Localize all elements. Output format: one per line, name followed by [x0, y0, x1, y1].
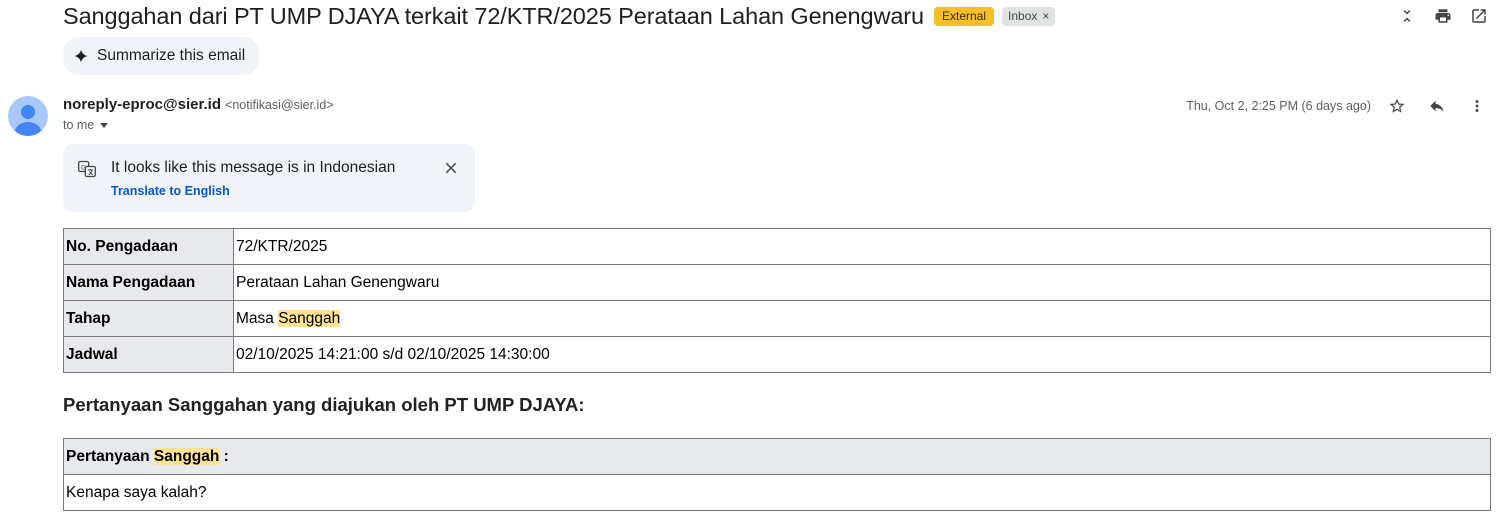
collapse-icon[interactable]: [1395, 4, 1419, 28]
chevron-down-icon[interactable]: [100, 122, 109, 128]
question-answer: Kenapa saya kalah?: [63, 474, 1491, 511]
table-row: Tahap Masa Sanggah: [63, 300, 1491, 337]
recipient-line: to me: [63, 118, 109, 132]
search-highlight: Sanggah: [278, 309, 341, 327]
search-highlight: Sanggah: [153, 447, 220, 465]
subject-row: Sanggahan dari PT UMP DJAYA terkait 72/K…: [63, 0, 1056, 32]
inbox-label[interactable]: Inbox ×: [1002, 6, 1056, 26]
body-heading: Pertanyaan Sanggahan yang diajukan oleh …: [63, 394, 585, 415]
question-table: Pertanyaan Sanggah : Kenapa saya kalah?: [63, 438, 1491, 511]
inbox-label-text: Inbox: [1008, 9, 1038, 23]
print-icon[interactable]: [1431, 4, 1455, 28]
header-suffix: :: [219, 447, 229, 465]
sender-line: noreply-eproc@sier.id <notifikasi@sier.i…: [63, 96, 334, 113]
translate-banner: G It looks like this message is in Indon…: [63, 144, 475, 212]
table-key: No. Pengadaan: [63, 228, 234, 265]
table-value: 72/KTR/2025: [233, 228, 1491, 265]
reply-icon[interactable]: [1425, 94, 1449, 118]
table-row: Kenapa saya kalah?: [63, 474, 1491, 511]
table-value: Perataan Lahan Genengwaru: [233, 264, 1491, 301]
table-row: Pertanyaan Sanggah :: [63, 438, 1491, 475]
sender-email: <notifikasi@sier.id>: [225, 98, 334, 112]
table-row: Jadwal 02/10/2025 14:21:00 s/d 02/10/202…: [63, 336, 1491, 373]
external-label: External: [934, 6, 995, 26]
sparkle-icon: [74, 49, 88, 63]
close-icon[interactable]: [441, 158, 461, 178]
recipient-text: to me: [63, 118, 95, 132]
table-value: 02/10/2025 14:21:00 s/d 02/10/2025 14:30…: [233, 336, 1491, 373]
star-icon[interactable]: [1385, 94, 1409, 118]
summarize-button[interactable]: Summarize this email: [63, 37, 260, 75]
message-meta: Thu, Oct 2, 2:25 PM (6 days ago): [1186, 94, 1489, 118]
translate-link[interactable]: Translate to English: [111, 184, 230, 198]
table-value: Masa Sanggah: [233, 300, 1491, 337]
table-row: No. Pengadaan 72/KTR/2025: [63, 228, 1491, 265]
open-in-new-icon[interactable]: [1467, 4, 1491, 28]
value-prefix: Masa: [236, 309, 279, 327]
table-key: Jadwal: [63, 336, 234, 373]
header-prefix: Pertanyaan: [66, 447, 154, 465]
summarize-label: Summarize this email: [97, 47, 246, 64]
message-date: Thu, Oct 2, 2:25 PM (6 days ago): [1186, 99, 1371, 113]
email-subject: Sanggahan dari PT UMP DJAYA terkait 72/K…: [63, 2, 924, 29]
table-key: Tahap: [63, 300, 234, 337]
table-key: Nama Pengadaan: [63, 264, 234, 301]
sender-name[interactable]: noreply-eproc@sier.id: [63, 96, 221, 113]
procurement-info-table: No. Pengadaan 72/KTR/2025 Nama Pengadaan…: [63, 228, 1491, 373]
translate-icon: G: [78, 160, 96, 178]
remove-label-button[interactable]: ×: [1042, 9, 1049, 23]
more-vert-icon[interactable]: [1465, 94, 1489, 118]
avatar-icon[interactable]: [8, 96, 48, 136]
question-header: Pertanyaan Sanggah :: [63, 438, 1491, 475]
translate-message: It looks like this message is in Indones…: [111, 159, 396, 176]
top-actions: [1395, 4, 1491, 28]
table-row: Nama Pengadaan Perataan Lahan Genengwaru: [63, 264, 1491, 301]
